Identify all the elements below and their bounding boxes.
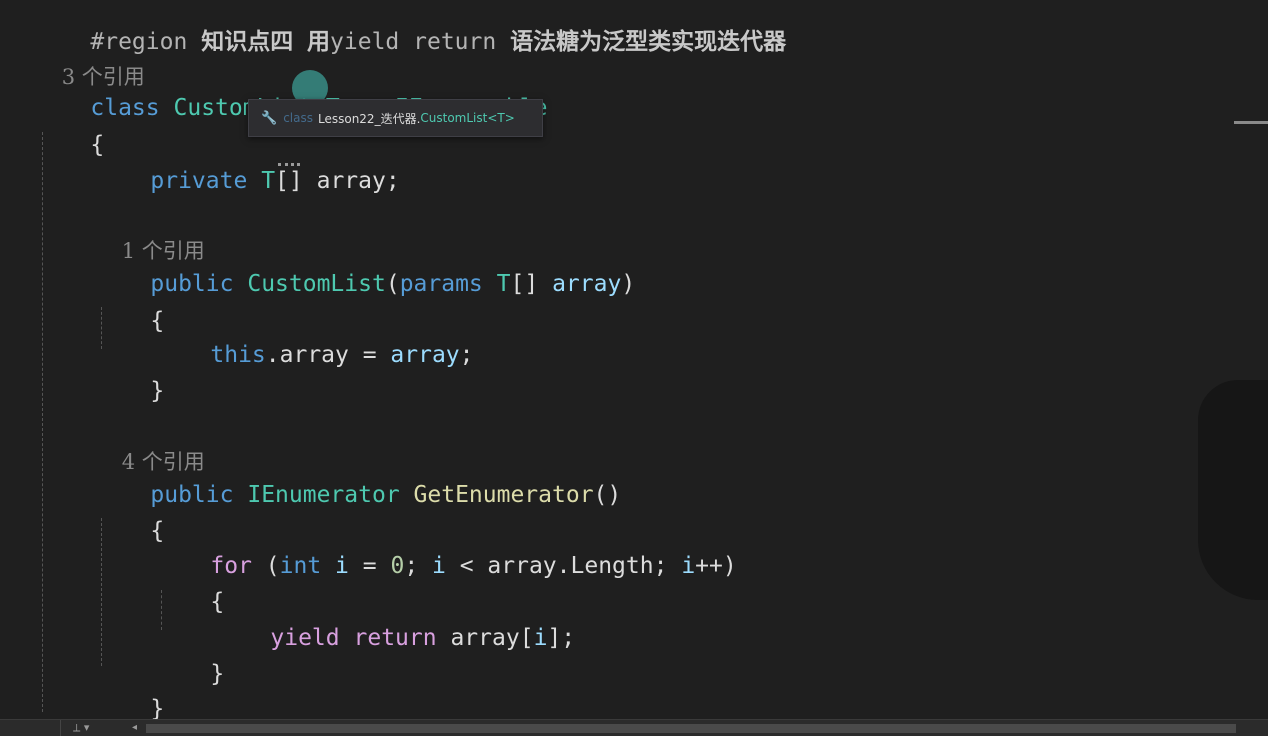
token-index-open: [ — [519, 625, 534, 651]
tooltip-namespace: Lesson22_迭代器. — [317, 111, 421, 126]
scrollbar-thumb[interactable] — [146, 724, 1236, 733]
region-line: #region 知识点四 用yield return 语法糖为泛型类实现迭代器 — [35, 0, 786, 55]
tooltip-kind: class — [283, 111, 313, 125]
token-param-array-brackets: [] — [510, 271, 539, 297]
token-params-keyword: params — [399, 271, 483, 297]
token-lt-op: < — [445, 553, 488, 579]
scrollbar-position-marker — [1234, 121, 1268, 124]
token-ge-parens: () — [593, 482, 622, 508]
token-private: private — [150, 168, 248, 194]
code-line-for[interactable]: for (int i = 0; i < array.Length; i++) — [155, 521, 736, 579]
region-title-part2: 用 — [307, 29, 331, 55]
token-this-member[interactable]: .array — [266, 342, 349, 368]
token-ge-name[interactable]: GetEnumerator — [414, 482, 594, 508]
code-line-for-open-brace[interactable]: { — [155, 557, 224, 615]
token-yield-array[interactable]: array — [450, 625, 519, 651]
token-this-keyword: this — [210, 342, 266, 368]
token-semicolon: ; — [385, 168, 400, 194]
region-title-part3: yield return — [330, 29, 497, 55]
token-param-name[interactable]: array — [552, 271, 621, 297]
token-field-array-brackets: [] — [275, 168, 303, 194]
token-field-name[interactable]: array — [317, 168, 386, 194]
code-line-ctor-close-brace[interactable]: } — [95, 346, 164, 404]
token-return-keyword: return — [353, 625, 437, 651]
token-param-type[interactable]: T — [497, 271, 511, 297]
token-loop-var-incr[interactable]: i — [681, 553, 695, 579]
suggestion-dots[interactable] — [278, 163, 300, 170]
token-loop-var-cond[interactable]: i — [432, 553, 446, 579]
code-line-for-close-brace[interactable]: } — [155, 629, 224, 687]
token-int-keyword: int — [279, 553, 322, 579]
token-loop-var-decl[interactable]: i — [335, 553, 349, 579]
token-ctor-name[interactable]: CustomList — [247, 271, 385, 297]
token-index-var[interactable]: i — [534, 625, 548, 651]
token-semi-1: ; — [404, 553, 433, 579]
quickinfo-tooltip: 🔧 class Lesson22_迭代器. CustomList<T> — [248, 99, 543, 137]
token-assign: = — [348, 342, 391, 368]
token-semi-2: ; — [653, 553, 682, 579]
codelens-ctor-references[interactable]: 1 个引用 — [95, 206, 205, 263]
decorative-shape — [1198, 380, 1268, 600]
indent-guide-class — [42, 132, 43, 712]
token-index-close: ]; — [547, 625, 576, 651]
code-line-ge-close-brace[interactable]: } — [95, 664, 164, 722]
code-line-ge-open-brace[interactable]: { — [95, 486, 164, 544]
token-yield-keyword: yield — [270, 625, 340, 651]
token-array-ref[interactable]: array — [487, 553, 556, 579]
codelens-class-references[interactable]: 3 个引用 — [35, 32, 145, 89]
scroll-left-arrow-icon[interactable]: ◂ — [132, 720, 137, 736]
token-length[interactable]: .Length — [557, 553, 654, 579]
token-zero: 0 — [390, 553, 405, 579]
code-tools-dropdown[interactable]: ⟂ ▾ — [60, 720, 120, 736]
code-line-ctor-decl[interactable]: public CustomList(params T[] array) — [95, 239, 635, 297]
code-line-class-open-brace[interactable]: { — [35, 100, 104, 158]
wrench-icon: 🔧 — [261, 110, 278, 126]
code-editor[interactable]: #region 知识点四 用yield return 语法糖为泛型类实现迭代器 … — [0, 0, 1268, 736]
token-field-type[interactable]: T — [261, 168, 275, 194]
token-ge-return-type[interactable]: IEnumerator — [247, 482, 399, 508]
token-brace-close: } — [150, 378, 165, 404]
token-paren-open: ( — [385, 271, 400, 297]
token-brace-close: } — [210, 661, 225, 687]
token-semicolon: ; — [459, 342, 474, 368]
token-paren-close: ) — [621, 271, 636, 297]
tooltip-class-name[interactable]: CustomList<T> — [420, 111, 514, 125]
horizontal-scrollbar[interactable]: ⟂ ▾ ◂ — [0, 719, 1268, 736]
token-for-open: ( — [251, 553, 280, 579]
code-line-field[interactable]: private T[] array; — [95, 136, 399, 194]
code-line-getenumerator-decl[interactable]: public IEnumerator GetEnumerator() — [95, 450, 621, 508]
region-title-part4: 语法糖为泛型类实现迭代器 — [510, 29, 787, 55]
token-assign-rhs[interactable]: array — [390, 342, 459, 368]
code-line-ctor-body[interactable]: this.array = array; — [155, 310, 473, 368]
code-line-ctor-open-brace[interactable]: { — [95, 276, 164, 334]
region-title-part1: 知识点四 — [201, 29, 294, 55]
code-line-yield[interactable]: yield return array[i]; — [215, 593, 575, 651]
codelens-getenumerator-references[interactable]: 4 个引用 — [95, 417, 205, 474]
token-eq: = — [348, 553, 391, 579]
token-incr: ++) — [695, 553, 737, 579]
